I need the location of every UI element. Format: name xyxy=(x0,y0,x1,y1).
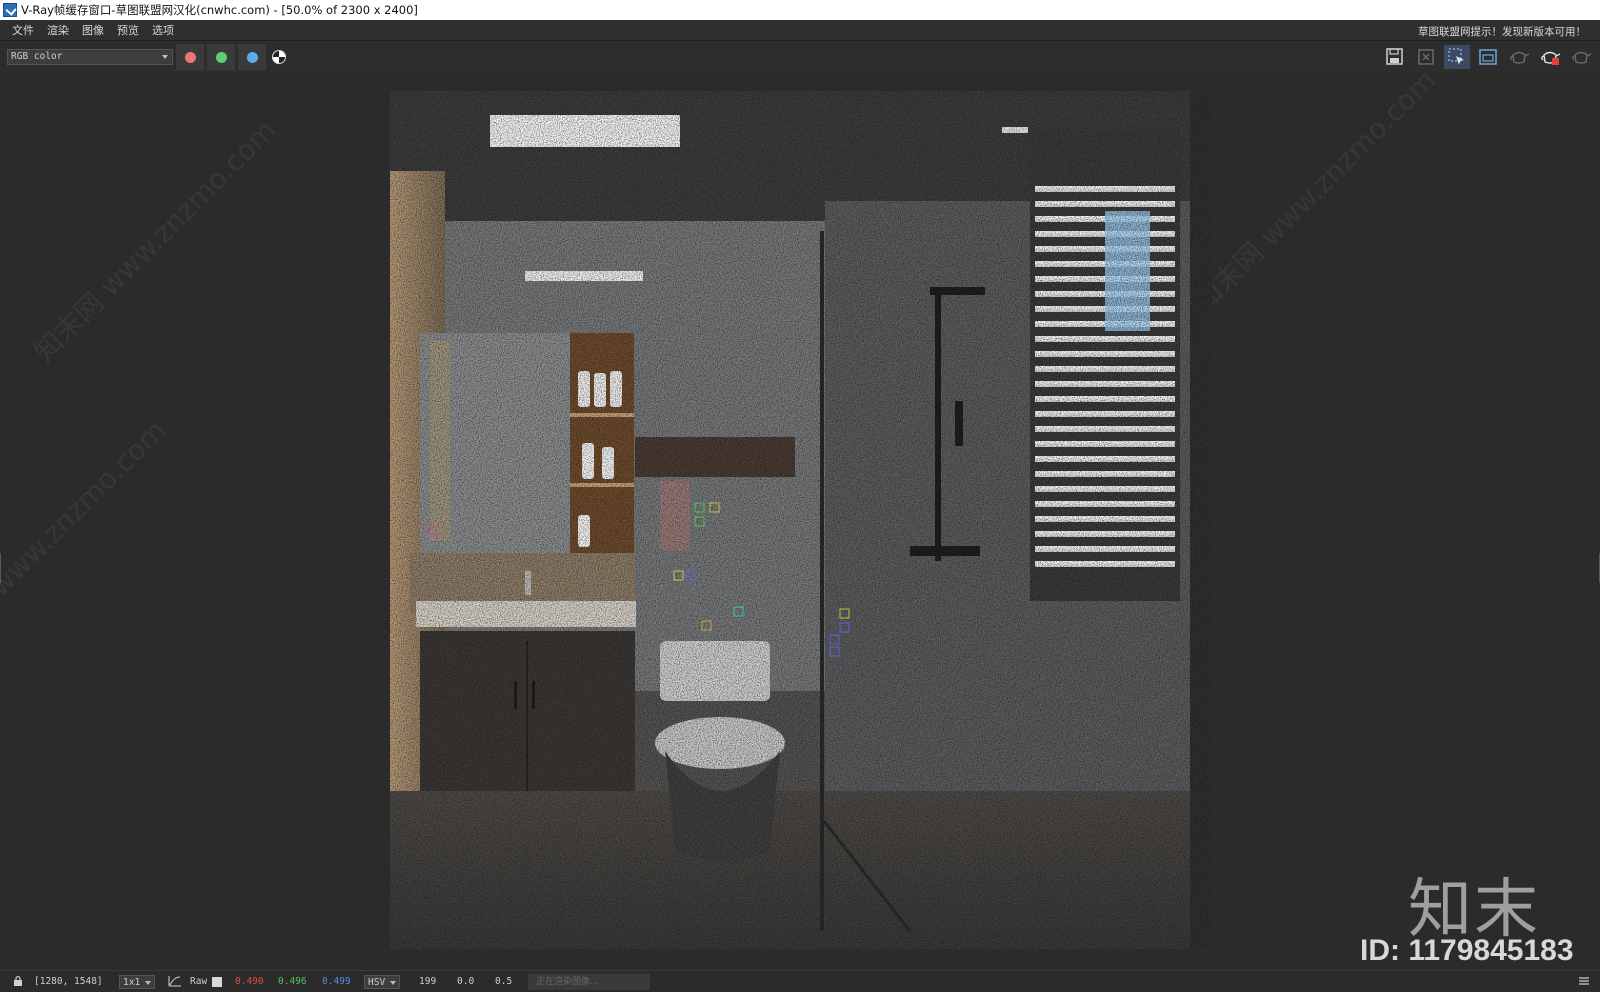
save-button[interactable] xyxy=(1382,45,1408,69)
saturation-value: 0.0 xyxy=(457,976,475,987)
bathroom-render xyxy=(390,91,1212,949)
right-panel-handle[interactable] xyxy=(1596,553,1600,583)
lock-icon[interactable] xyxy=(12,975,24,989)
hue-value: 199 xyxy=(419,976,437,987)
vray-app-icon xyxy=(3,3,17,17)
blue-channel-button[interactable] xyxy=(238,44,266,70)
zoom-select-value: 1x1 xyxy=(123,977,141,988)
chevron-down-icon xyxy=(390,981,397,985)
zoom-select[interactable]: 1x1 xyxy=(119,975,156,989)
region-render-icon xyxy=(1479,49,1497,65)
color-swatch xyxy=(212,977,222,987)
value-value: 0.5 xyxy=(495,976,513,987)
menu-preview[interactable]: 预览 xyxy=(110,22,145,38)
menu-file[interactable]: 文件 xyxy=(5,22,40,38)
save-icon xyxy=(1386,48,1403,65)
color-space-select[interactable]: HSV xyxy=(364,975,401,989)
stop-render-button[interactable] xyxy=(1568,45,1594,69)
green-dot-icon xyxy=(215,51,227,63)
title-bar: V-Ray帧缓存窗口-草图联盟网汉化(cnwhc.com) - [50.0% o… xyxy=(0,0,1600,20)
pixel-coords: [1280, 1548] xyxy=(34,976,103,987)
color-space-value: HSV xyxy=(368,977,386,988)
region-select-button[interactable] xyxy=(1444,45,1470,69)
blue-dot-icon xyxy=(246,51,258,63)
red-dot-icon xyxy=(184,51,196,63)
chevron-down-icon xyxy=(145,981,152,985)
menu-options[interactable]: 选项 xyxy=(145,22,180,38)
interactive-render-button[interactable] xyxy=(1506,45,1532,69)
green-value: 0.496 xyxy=(278,976,307,987)
raw-mode-label: Raw xyxy=(190,976,208,987)
region-select-icon xyxy=(1448,48,1464,65)
menu-image[interactable]: 图像 xyxy=(75,22,110,38)
toolbar: RGB color xyxy=(0,41,1600,73)
status-bar: [1280, 1548] 1x1 Raw 0.490 0.496 0.499 H… xyxy=(0,970,1600,992)
render-image[interactable] xyxy=(390,91,1212,949)
region-render-button[interactable] xyxy=(1475,45,1501,69)
update-notice[interactable]: 草图联盟网提示！发现新版本可用！ xyxy=(1418,24,1586,39)
brand-id-watermark: ID: 1179845183 xyxy=(1360,934,1574,967)
menu-render[interactable]: 渲染 xyxy=(40,22,75,38)
red-channel-button[interactable] xyxy=(176,44,204,70)
green-channel-button[interactable] xyxy=(207,44,235,70)
red-value: 0.490 xyxy=(235,976,264,987)
curve-icon[interactable] xyxy=(168,975,182,989)
menu-bar: 文件 渲染 图像 预览 选项 草图联盟网提示！发现新版本可用！ xyxy=(0,20,1600,41)
window-title: V-Ray帧缓存窗口-草图联盟网汉化(cnwhc.com) - [50.0% o… xyxy=(21,3,418,17)
blue-value: 0.499 xyxy=(322,976,351,987)
teapot-stop-icon xyxy=(1572,51,1592,64)
render-button[interactable] xyxy=(1537,45,1563,69)
chevron-down-icon xyxy=(162,55,168,59)
channel-select[interactable]: RGB color xyxy=(7,49,173,65)
teapot-render-icon xyxy=(1541,51,1561,65)
channel-select-value: RGB color xyxy=(11,51,63,62)
render-progress: 正在渲染图像... xyxy=(528,974,650,990)
monochrome-toggle-icon[interactable] xyxy=(272,50,286,64)
teapot-icon xyxy=(1510,51,1530,64)
panel-toggle-icon[interactable] xyxy=(1578,975,1590,989)
